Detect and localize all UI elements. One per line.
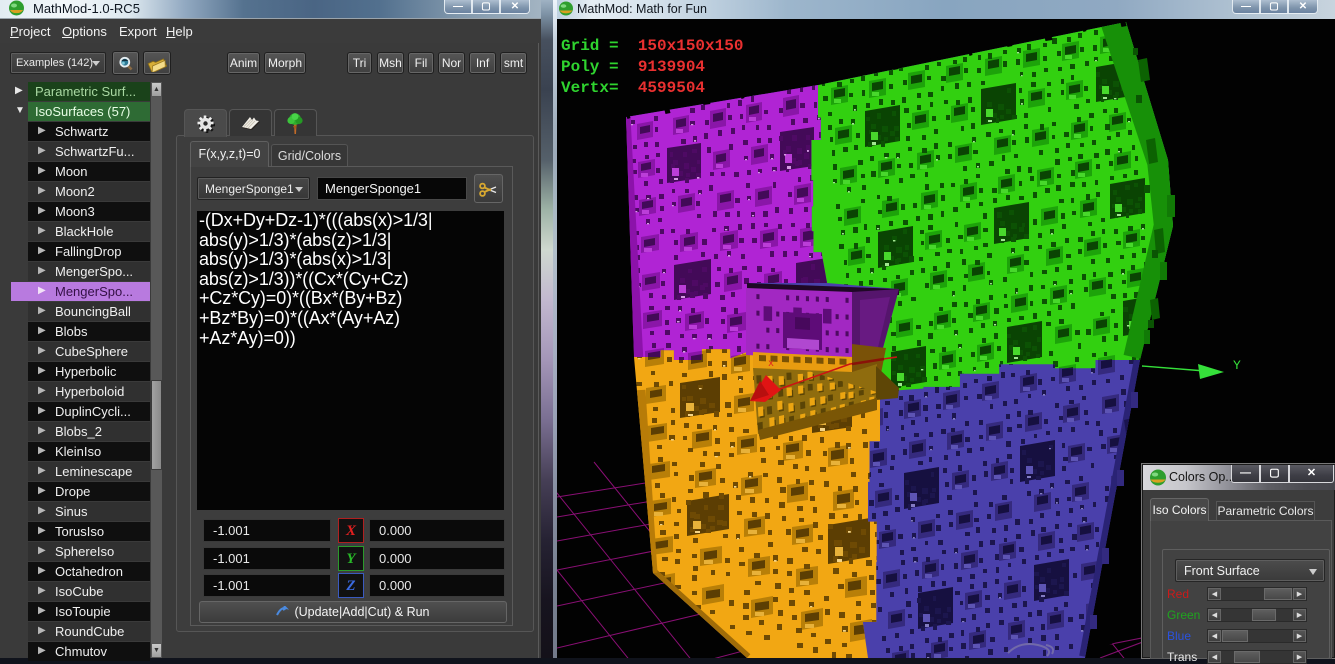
svg-text:x: x <box>768 359 774 370</box>
svg-text:Grid = 150x150x150: Grid = 150x150x150 <box>561 37 743 55</box>
svg-text:Poly = 9139904: Poly = 9139904 <box>561 58 705 76</box>
svg-text:Y: Y <box>1233 358 1241 373</box>
svg-text:Vertx= 4599504: Vertx= 4599504 <box>561 79 705 97</box>
